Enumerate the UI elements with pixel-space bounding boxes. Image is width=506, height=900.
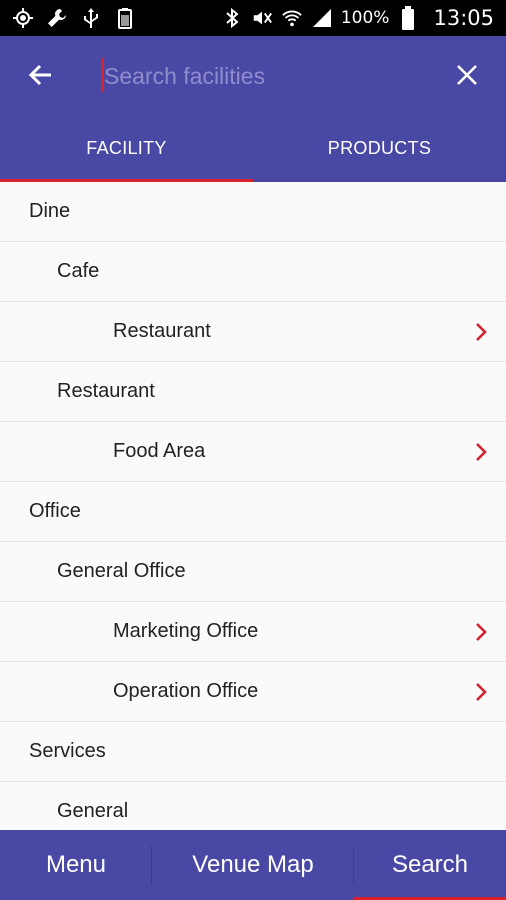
arrow-left-icon bbox=[28, 64, 51, 86]
search-row bbox=[0, 36, 506, 114]
nav-search[interactable]: Search bbox=[354, 830, 506, 900]
list-item-label: Operation Office bbox=[113, 680, 259, 702]
nav-venue-map-label: Venue Map bbox=[192, 851, 314, 878]
list-item-label: Restaurant bbox=[57, 380, 155, 402]
list-item[interactable]: Restaurant bbox=[0, 362, 506, 422]
battery-saver-icon bbox=[114, 7, 136, 29]
wrench-icon bbox=[46, 7, 68, 29]
list-item-label: Restaurant bbox=[113, 320, 211, 342]
list-item[interactable]: Operation Office bbox=[0, 662, 506, 722]
gps-icon bbox=[12, 7, 34, 29]
signal-icon bbox=[311, 7, 333, 29]
list-item-label: General Office bbox=[57, 560, 186, 582]
list-item-label: General bbox=[57, 800, 129, 822]
list-item[interactable]: Food Area bbox=[0, 422, 506, 482]
tab-facility[interactable]: FACILITY bbox=[0, 114, 253, 182]
list-item[interactable]: Marketing Office bbox=[0, 602, 506, 662]
clock: 13:05 bbox=[433, 6, 494, 30]
list-item[interactable]: General Office bbox=[0, 542, 506, 602]
bluetooth-icon bbox=[221, 7, 243, 29]
list-item-label: Office bbox=[29, 500, 81, 522]
facility-list[interactable]: Dine Cafe Restaurant Restaurant Food Are… bbox=[0, 182, 506, 830]
wifi-icon bbox=[281, 7, 303, 29]
bottom-navigation: Menu Venue Map Search bbox=[0, 830, 506, 900]
list-item[interactable]: Cafe bbox=[0, 242, 506, 302]
list-item-label: Food Area bbox=[113, 440, 206, 462]
nav-menu-label: Menu bbox=[45, 851, 107, 878]
chevron-right-icon bbox=[476, 323, 487, 341]
search-input[interactable] bbox=[102, 58, 422, 94]
status-left-icons bbox=[12, 7, 136, 29]
clear-search-button[interactable] bbox=[452, 60, 482, 90]
list-item[interactable]: Restaurant bbox=[0, 302, 506, 362]
battery-icon bbox=[397, 6, 419, 30]
back-button[interactable] bbox=[22, 60, 58, 90]
tab-bar: FACILITY PRODUCTS bbox=[0, 114, 506, 182]
list-item-label: Dine bbox=[29, 200, 71, 222]
list-item-label: Services bbox=[29, 740, 106, 762]
chevron-right-icon bbox=[476, 623, 487, 641]
list-item[interactable]: Office bbox=[0, 482, 506, 542]
status-right-icons: 100% 13:05 bbox=[221, 6, 494, 30]
list-item[interactable]: Dine bbox=[0, 182, 506, 242]
list-item[interactable]: Services bbox=[0, 722, 506, 782]
list-item[interactable]: General bbox=[0, 782, 506, 830]
list-item-label: Cafe bbox=[57, 260, 100, 282]
status-bar: 100% 13:05 bbox=[0, 0, 506, 36]
chevron-right-icon bbox=[476, 443, 487, 461]
close-icon bbox=[457, 65, 477, 85]
tab-products[interactable]: PRODUCTS bbox=[253, 114, 506, 182]
nav-venue-map[interactable]: Venue Map bbox=[152, 830, 354, 900]
mute-icon bbox=[251, 7, 273, 29]
usb-icon bbox=[80, 7, 102, 29]
nav-search-label: Search bbox=[391, 851, 469, 878]
chevron-right-icon bbox=[476, 683, 487, 701]
app-bar: FACILITY PRODUCTS bbox=[0, 36, 506, 182]
nav-menu[interactable]: Menu bbox=[0, 830, 152, 900]
list-item-label: Marketing Office bbox=[113, 620, 259, 642]
battery-percent: 100% bbox=[340, 8, 390, 28]
